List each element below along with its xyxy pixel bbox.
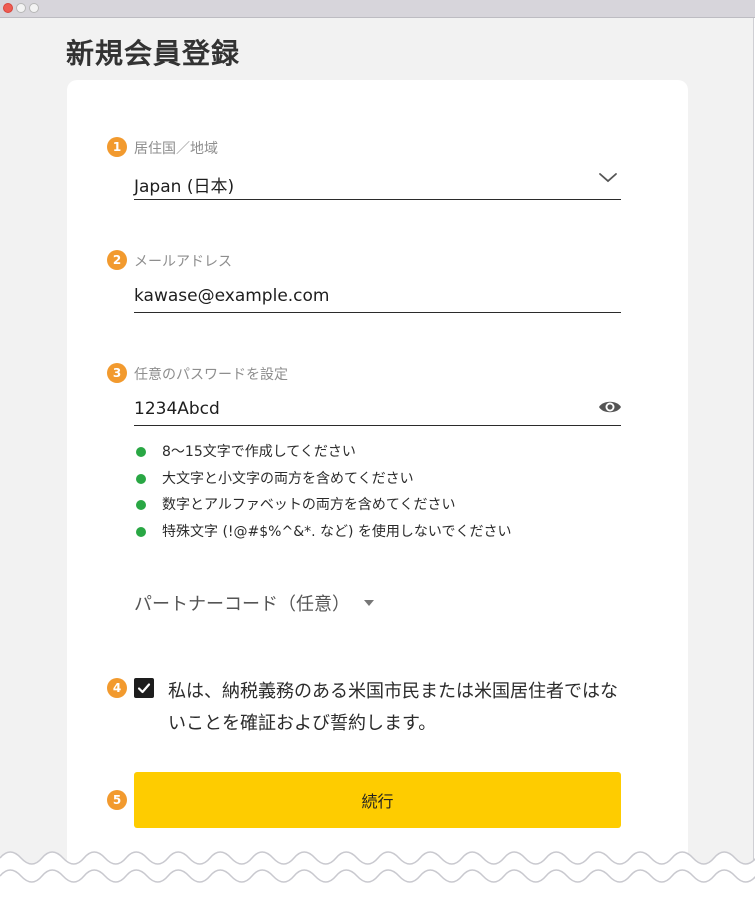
password-rule: 8〜15文字で作成してください (136, 442, 512, 469)
password-rules-list: 8〜15文字で作成してください 大文字と小文字の両方を含めてください 数字とアル… (136, 442, 512, 548)
password-rule-text: 大文字と小文字の両方を含めてください (162, 470, 414, 487)
browser-window: 新規会員登録 1 居住国／地域 Japan (日本) 2 メールアドレス 3 任… (0, 0, 755, 910)
rule-check-dot-icon (136, 500, 146, 510)
email-underline (134, 312, 621, 313)
page-title: 新規会員登録 (66, 37, 241, 70)
torn-edge-divider (0, 851, 755, 894)
password-label: 任意のパスワードを設定 (134, 367, 288, 383)
country-underline (134, 199, 621, 200)
partner-code-toggle[interactable]: パートナーコード（任意） (134, 590, 374, 616)
password-rule-text: 特殊文字 (!@#$%^&*. など) を使用しないでください (162, 523, 512, 540)
country-label: 居住国／地域 (134, 141, 218, 157)
maximize-window-button[interactable] (29, 3, 39, 13)
caret-down-icon (364, 600, 374, 606)
rule-check-dot-icon (136, 473, 146, 484)
password-rule: 特殊文字 (!@#$%^&*. など) を使用しないでください (136, 522, 512, 549)
eye-icon[interactable] (598, 397, 622, 417)
window-titlebar (0, 0, 755, 18)
password-underline (134, 425, 621, 426)
minimize-window-button[interactable] (16, 3, 26, 13)
password-field[interactable] (134, 397, 584, 421)
consent-text: 私は、納税義務のある米国市民または米国居住者ではないことを確証および誓約します。 (168, 681, 618, 734)
step-badge-4: 4 (107, 678, 127, 698)
country-select[interactable]: Japan (日本) (134, 172, 621, 200)
rule-check-dot-icon (136, 526, 146, 537)
checkmark-icon (137, 683, 151, 694)
email-field[interactable] (134, 284, 621, 308)
password-rule-text: 8〜15文字で作成してください (162, 444, 356, 460)
step-badge-3: 3 (107, 363, 127, 383)
continue-button[interactable]: 続行 (134, 772, 621, 828)
close-window-button[interactable] (3, 3, 13, 13)
step-badge-2: 2 (107, 250, 127, 270)
rule-check-dot-icon (136, 447, 146, 457)
chevron-down-icon[interactable] (597, 170, 619, 186)
step-badge-1: 1 (107, 137, 127, 157)
password-rule: 大文字と小文字の両方を含めてください (136, 469, 512, 496)
consent-checkbox[interactable] (134, 678, 154, 698)
password-rule: 数字とアルファベットの両方を含めてください (136, 495, 512, 522)
partner-code-label: パートナーコード（任意） (134, 594, 350, 615)
email-label: メールアドレス (134, 254, 232, 270)
password-rule-text: 数字とアルファベットの両方を含めてください (162, 497, 456, 513)
country-value: Japan (日本) (134, 177, 235, 197)
step-badge-5: 5 (107, 790, 127, 810)
